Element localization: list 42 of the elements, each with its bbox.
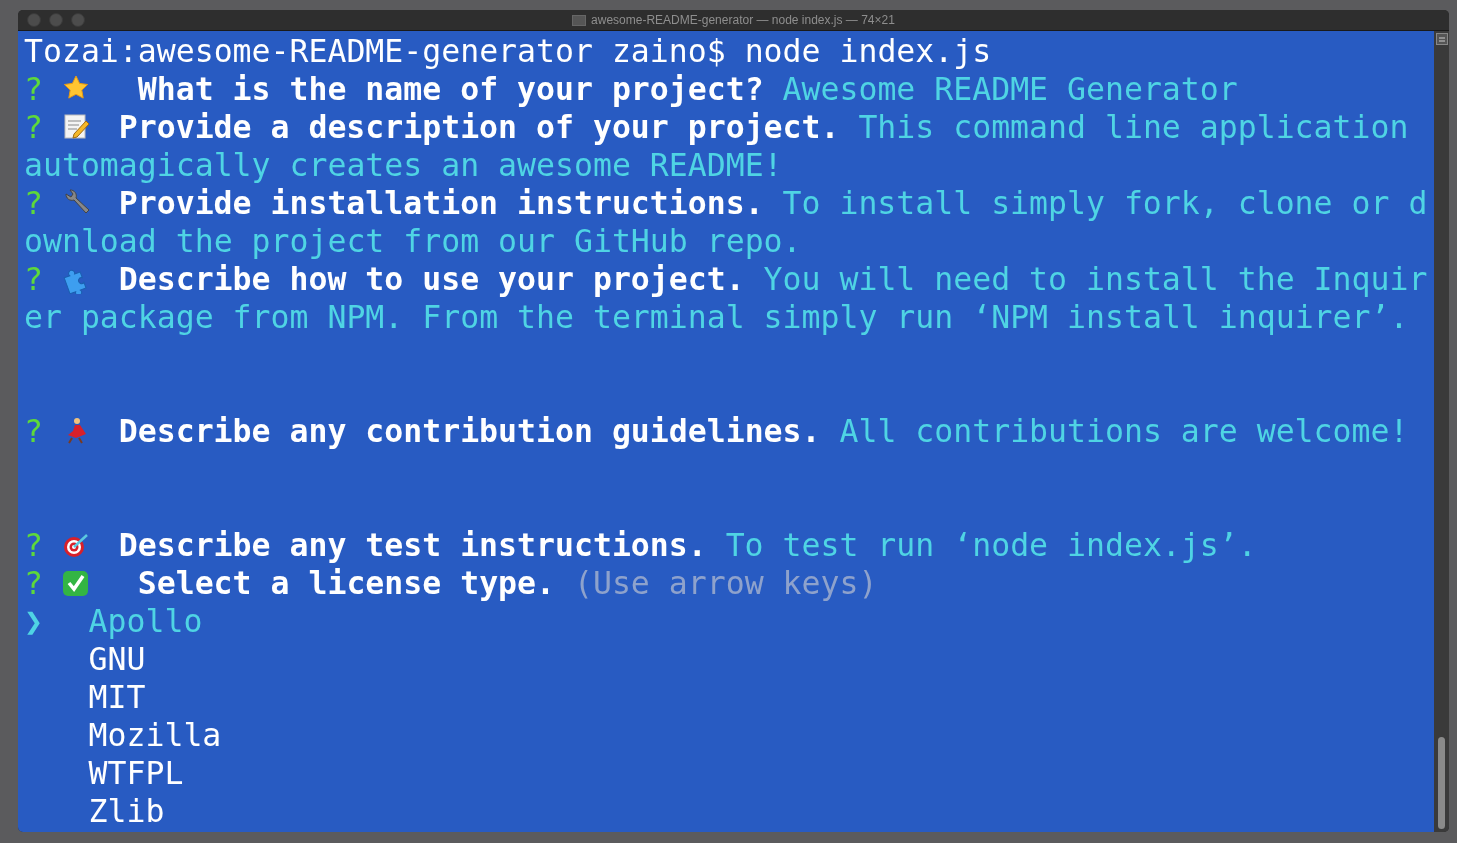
scroll-thumb[interactable] (1438, 737, 1445, 829)
zoom-button[interactable] (71, 13, 85, 27)
command-line: Tozai:awesome-README-generator zaino$ node index.js (24, 32, 992, 70)
question-text: Describe any contribution guidelines. (118, 412, 821, 450)
terminal-icon (572, 14, 587, 26)
license-option[interactable]: MIT (88, 678, 146, 716)
split-pane-icon[interactable] (1435, 33, 1448, 45)
prompt-mark: ? (24, 70, 44, 108)
prompt-mark: ? (24, 108, 44, 146)
license-option[interactable]: Mozilla (88, 716, 222, 754)
license-option[interactable]: GNU (88, 640, 146, 678)
answer-text: automagically creates an awesome README! (24, 146, 783, 184)
answer-text: Awesome README Generator (782, 70, 1238, 108)
memo-icon (61, 112, 90, 142)
answer-text: You will need to install the Inquir (763, 260, 1428, 298)
license-option[interactable]: Apollo (88, 602, 203, 640)
question-text: Select a license type. (137, 564, 555, 602)
scroll-bar[interactable] (1434, 31, 1449, 832)
selection-pointer: ❯ (24, 602, 44, 640)
answer-text: ownload the project from our GitHub repo. (24, 222, 802, 260)
question-text: Describe any test instructions. (118, 526, 707, 564)
prompt-mark: ? (24, 526, 44, 564)
license-option[interactable]: Zlib (88, 792, 165, 830)
check-mark-icon (61, 568, 90, 598)
window-title: awesome-README-generator — node index.js — 74×21 (591, 13, 895, 27)
question-text: Provide installation instructions. (118, 184, 764, 222)
question-text: Provide a description of your project. (118, 108, 840, 146)
license-option[interactable]: WTFPL (88, 754, 184, 792)
answer-text: To install simply fork, clone or d (782, 184, 1428, 222)
prompt-mark: ? (24, 184, 44, 222)
close-button[interactable] (27, 13, 41, 27)
minimize-button[interactable] (49, 13, 63, 27)
question-text: Describe how to use your project. (118, 260, 745, 298)
prompt-mark: ? (24, 260, 44, 298)
prompt-mark: ? (24, 564, 44, 602)
answer-text: This command line application (858, 108, 1409, 146)
question-text: What is the name of your project? (137, 70, 764, 108)
prompt-mark: ? (24, 412, 44, 450)
answer-text: To test run ‘node index.js’. (725, 526, 1257, 564)
answer-text: All contributions are welcome! (839, 412, 1409, 450)
hint-text: (Use arrow keys) (573, 564, 878, 602)
answer-text: er package from NPM. From the terminal simply run ‘NPM install inquirer’. (24, 298, 1409, 336)
